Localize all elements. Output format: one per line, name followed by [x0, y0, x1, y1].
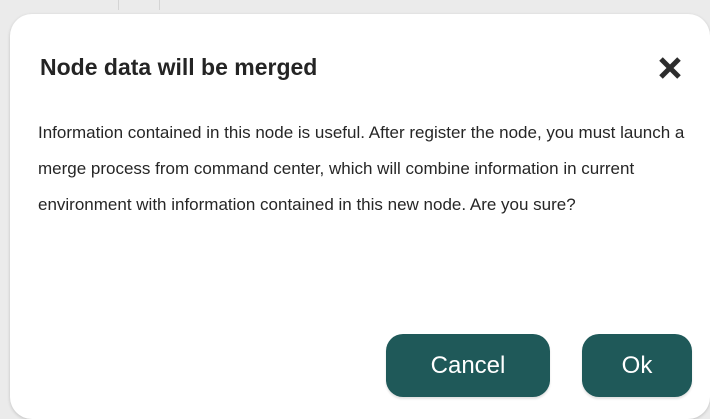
modal-backdrop: Node data will be merged Information con… — [0, 0, 710, 419]
close-button[interactable] — [654, 52, 686, 84]
dialog-actions: Cancel Ok — [386, 334, 692, 397]
cancel-button[interactable]: Cancel — [386, 334, 550, 397]
ok-button[interactable]: Ok — [582, 334, 692, 397]
background-window-edge — [118, 0, 160, 10]
close-icon — [659, 57, 681, 79]
merge-warning-dialog: Node data will be merged Information con… — [10, 14, 710, 419]
dialog-title: Node data will be merged — [40, 54, 318, 80]
dialog-message: Information contained in this node is us… — [38, 123, 685, 214]
